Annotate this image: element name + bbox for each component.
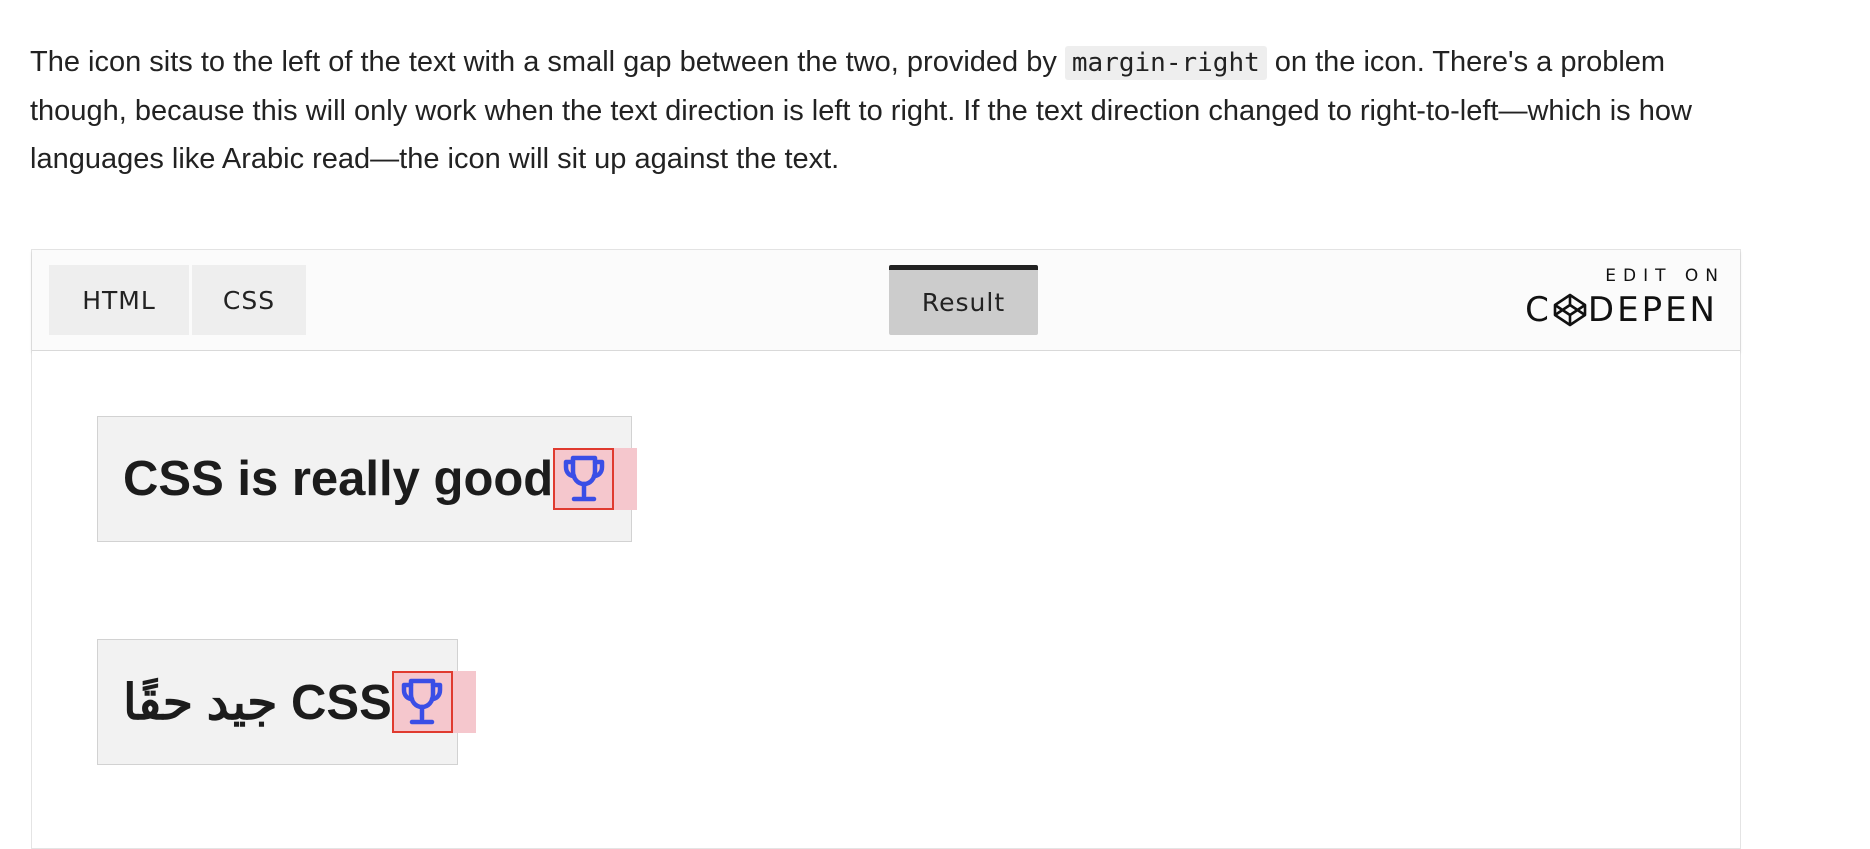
trophy-icon — [402, 678, 443, 725]
icon-outline — [553, 448, 615, 510]
demo-box-ltr: CSS is really good — [97, 416, 638, 542]
embed-header: HTML CSS Result EDIT ON C DEPEN — [32, 250, 1740, 351]
tab-html[interactable]: HTML — [49, 265, 189, 335]
icon-outline — [391, 671, 453, 733]
article-paragraph: The icon sits to the left of the text wi… — [30, 38, 1750, 183]
codepen-icon — [1553, 293, 1587, 327]
icon-with-margin-rtl — [391, 671, 476, 733]
codepen-wordmark-prefix: C — [1525, 290, 1552, 330]
codepen-embed: HTML CSS Result EDIT ON C DEPEN CSS is r… — [31, 249, 1741, 849]
article-text-before: The icon sits to the left of the text wi… — [30, 46, 1065, 78]
edit-on-codepen-link[interactable]: EDIT ON C DEPEN — [1525, 266, 1718, 328]
demo-box-rtl: CSS جيد حقًا — [97, 639, 476, 765]
result-preview: CSS is really good CSS جيد حقًا — [32, 351, 1740, 848]
tab-css[interactable]: CSS — [192, 265, 306, 335]
codepen-wordmark: C DEPEN — [1525, 292, 1718, 328]
demo-text-ltr: CSS is really good — [123, 452, 554, 506]
icon-with-margin-ltr — [553, 448, 638, 510]
codepen-wordmark-suffix: DEPEN — [1587, 290, 1718, 330]
trophy-icon — [563, 455, 604, 502]
inline-code-margin-right: margin-right — [1064, 46, 1267, 80]
demo-text-rtl: CSS جيد حقًا — [123, 675, 392, 730]
edit-on-label: EDIT ON — [1605, 266, 1725, 286]
tab-result[interactable]: Result — [889, 265, 1038, 335]
